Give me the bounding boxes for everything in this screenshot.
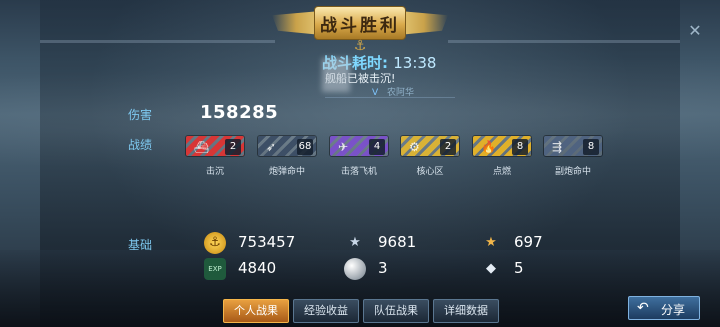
resource-value: 4840	[238, 259, 277, 277]
damage-label: 伤害	[128, 108, 153, 122]
medal-5[interactable]: ⇶ 8	[543, 135, 603, 157]
resource-value: 753457	[238, 233, 296, 251]
medal-count: 2	[440, 139, 456, 155]
tab-0[interactable]: 个人战果	[223, 299, 289, 323]
result-tabs: 个人战果 经验收益 队伍战果 详细数据	[223, 299, 499, 323]
medal-label: 副炮命中	[554, 167, 591, 177]
medal-count: 4	[369, 139, 385, 155]
banner-plate: 战斗胜利	[314, 6, 406, 40]
diamond-icon: ◆	[486, 261, 496, 276]
medal-count: 8	[512, 139, 528, 155]
core-icon: ⚙	[409, 140, 420, 154]
gold-star-icon: ★	[485, 235, 497, 250]
exp-badge-icon: EXP	[204, 258, 226, 280]
blurred-player-name	[322, 58, 350, 92]
secondary-gun-icon: ⇶	[552, 140, 563, 154]
tab-1[interactable]: 经验收益	[293, 299, 359, 323]
victory-banner: 战斗胜利 ⚓	[272, 4, 448, 54]
damage-value: 158285	[200, 102, 279, 123]
share-icon: ↶	[637, 300, 649, 316]
medal-3[interactable]: ⚙ 2	[400, 135, 460, 157]
share-button[interactable]: ↶ 分享	[628, 296, 700, 320]
header-divider	[325, 97, 455, 98]
fire-icon: 🔥	[481, 140, 496, 154]
medal-4[interactable]: 🔥 8	[472, 135, 532, 157]
medal-1[interactable]: ➶ 68	[257, 135, 317, 157]
shell-icon: ➶	[266, 140, 277, 154]
medal-label: 核心区	[416, 167, 444, 177]
medal-label: 击沉	[205, 167, 224, 177]
medal-label: 炮弹命中	[268, 167, 305, 177]
top-divider-right	[448, 40, 680, 43]
duration-value: 13:38	[393, 54, 437, 72]
share-label: 分享	[661, 303, 686, 317]
silver-orb-icon: ●	[344, 258, 366, 280]
victory-title: 战斗胜利	[320, 15, 400, 36]
resource-value: 9681	[378, 233, 417, 251]
base-label: 基础	[128, 238, 153, 252]
medal-count: 8	[583, 139, 599, 155]
medal-label: 点燃	[492, 167, 511, 177]
medal-2[interactable]: ✈ 4	[329, 135, 389, 157]
resource-value: 3	[378, 259, 388, 277]
tab-2[interactable]: 队伍战果	[363, 299, 429, 323]
medal-count: 2	[225, 139, 241, 155]
close-button[interactable]: ✕	[686, 22, 704, 40]
record-label: 战绩	[128, 138, 153, 152]
gold-coin-icon: ⚓	[204, 232, 226, 254]
silver-star-icon: ★	[349, 235, 361, 250]
plane-icon: ✈	[338, 140, 349, 154]
medal-count: 68	[297, 139, 313, 155]
resource-value: 5	[514, 259, 524, 277]
resource-value: 697	[514, 233, 543, 251]
medal-label: 击落飞机	[340, 167, 377, 177]
top-divider-left	[40, 40, 275, 43]
tab-3[interactable]: 详细数据	[433, 299, 499, 323]
ship-icon: ⛴	[194, 140, 210, 154]
medal-0[interactable]: ⛴ 2	[185, 135, 245, 157]
